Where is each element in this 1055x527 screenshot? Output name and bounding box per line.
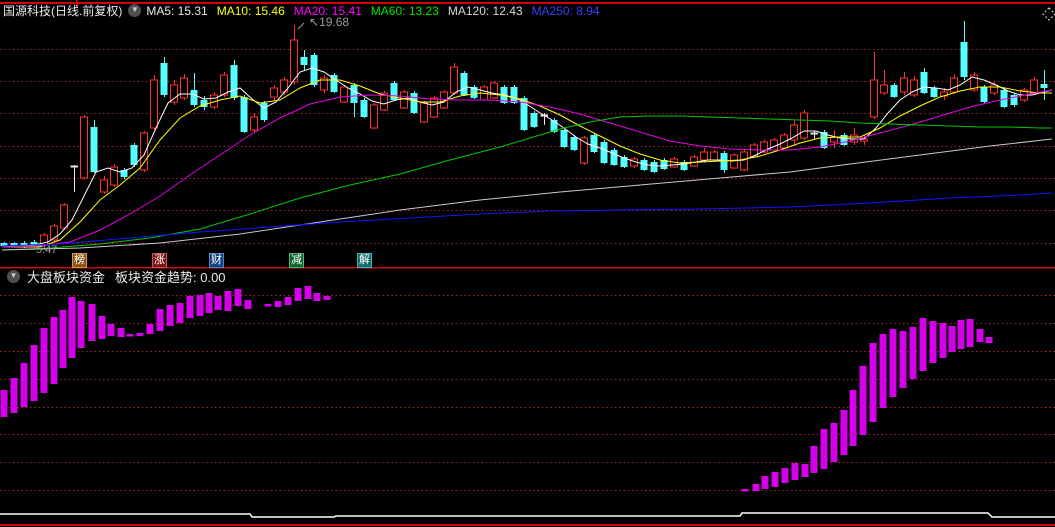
ma20-value: MA20: 15.41 bbox=[293, 3, 362, 18]
ma120-value: MA120: 12.43 bbox=[447, 3, 523, 18]
candles bbox=[0, 21, 1048, 250]
ma60-value: MA60: 13.23 bbox=[370, 3, 439, 18]
quick-button-bang[interactable]: 榜 bbox=[72, 253, 87, 268]
ma10-value: MA10: 15.46 bbox=[216, 3, 285, 18]
chevron-down-icon[interactable]: ▼ bbox=[128, 4, 142, 17]
ma-line-MA120 bbox=[1, 138, 1053, 251]
ma-line-MA250 bbox=[1, 192, 1053, 247]
trough-price-label: 5.47 bbox=[36, 244, 58, 256]
sub-indicator-value: 板块资金趋势: 0.00 bbox=[115, 270, 226, 285]
cursor-marker bbox=[1042, 7, 1055, 21]
zero-line-group bbox=[0, 512, 1055, 518]
trading-app-window: 国源科技(日线.前复权) ▼ MA5: 15.31 MA10: 15.46 MA… bbox=[0, 0, 1055, 527]
quick-button-jian[interactable]: 减 bbox=[289, 253, 304, 268]
ma-line-MA60 bbox=[1, 115, 1052, 251]
quick-button-zhang[interactable]: 涨 bbox=[152, 253, 167, 268]
fund-trend-bars bbox=[0, 286, 993, 492]
ma5-value: MA5: 15.31 bbox=[146, 3, 208, 18]
zero-line bbox=[0, 512, 1055, 518]
ma250-value: MA250: 8.94 bbox=[531, 3, 600, 18]
sub-panel-header: ▼ 大盘板块资金 板块资金趋势: 0.00 bbox=[0, 268, 226, 285]
sub-panel-title: 大盘板块资金 bbox=[27, 270, 106, 285]
stock-title: 国源科技(日线.前复权) bbox=[3, 4, 123, 18]
quick-button-jie[interactable]: 解 bbox=[357, 253, 372, 268]
top-info-bar: 国源科技(日线.前复权) ▼ MA5: 15.31 MA10: 15.46 MA… bbox=[0, 3, 609, 19]
quick-button-cai[interactable]: 财 bbox=[209, 253, 224, 268]
chevron-down-icon[interactable]: ▼ bbox=[7, 270, 20, 283]
